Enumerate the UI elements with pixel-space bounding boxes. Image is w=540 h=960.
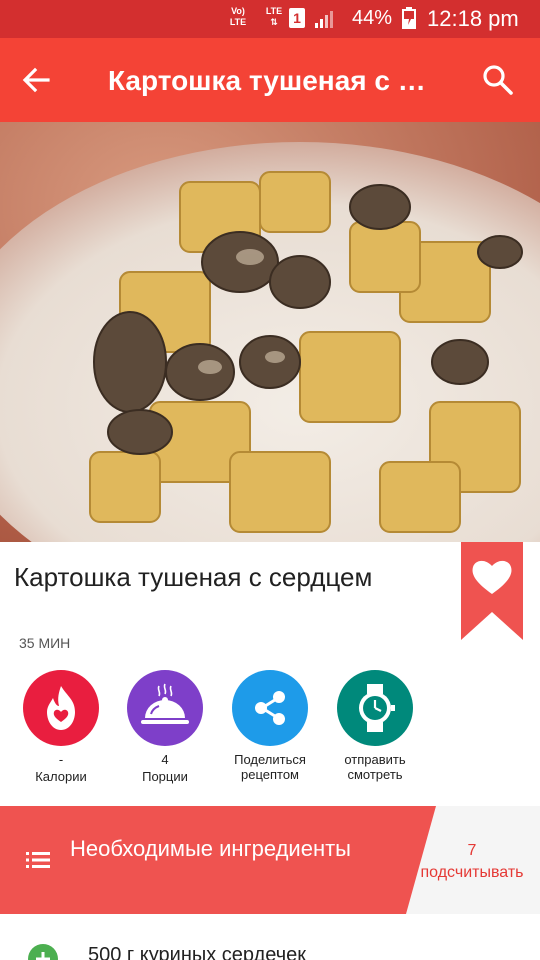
- calories-label: Калории: [35, 769, 87, 784]
- recipe-photo: [0, 122, 540, 542]
- watch-icon[interactable]: [337, 670, 413, 746]
- servings-value: 4: [161, 752, 169, 767]
- calories-action[interactable]: - Калории: [6, 670, 116, 786]
- share-recipe-action[interactable]: Поделиться рецептом: [215, 670, 325, 784]
- volte-indicator: Vo) LTE: [229, 6, 247, 27]
- status-bar: Vo) LTE LTE ⇅ 1 44% 12:18 pm: [0, 0, 540, 38]
- share-icon[interactable]: [232, 670, 308, 746]
- ingredients-count-button[interactable]: 7 подсчитывать: [408, 840, 536, 884]
- servings-action[interactable]: 4 Порции: [110, 670, 220, 786]
- app-bar: Картошка тушеная с сердцем: [0, 38, 540, 122]
- flame-heart-icon[interactable]: [23, 670, 99, 746]
- calories-value: -: [58, 752, 64, 767]
- battery-percentage: 44%: [352, 7, 393, 29]
- recipe-cook-time: 35 МИН: [19, 635, 71, 651]
- recipe-title: Картошка тушеная с сердцем: [14, 562, 373, 592]
- clock: 12:18 pm: [427, 6, 519, 31]
- ingredient-text: 500 г куриных сердечек: [88, 944, 307, 960]
- servings-label: Порции: [142, 769, 188, 784]
- signal-icon: [315, 11, 333, 28]
- ingredient-item[interactable]: 500 г куриных сердечек: [0, 940, 540, 960]
- search-icon[interactable]: [480, 62, 516, 98]
- share-recipe-label-2: рецептом: [240, 767, 299, 782]
- list-icon: [26, 852, 50, 868]
- lte-indicator: LTE ⇅: [265, 6, 283, 27]
- app-bar-title: Картошка тушеная с сердцем: [108, 65, 438, 96]
- ingredients-title: Необходимые ингредиенты: [70, 836, 351, 861]
- send-to-watch-label-2: смотреть: [347, 767, 403, 782]
- sim-indicator: 1: [289, 8, 305, 28]
- send-to-watch-action[interactable]: отправить смотреть: [320, 670, 430, 784]
- favorite-bookmark-button[interactable]: [461, 542, 523, 640]
- ingredients-count: 7: [467, 842, 477, 859]
- arrow-back-icon[interactable]: [18, 62, 54, 98]
- ingredients-count-label: подсчитывать: [420, 864, 524, 881]
- plus-icon[interactable]: [28, 944, 58, 960]
- serving-dish-icon[interactable]: [127, 670, 203, 746]
- ingredients-header: Необходимые ингредиенты 7 подсчитывать: [0, 806, 540, 914]
- battery-icon: [402, 7, 416, 29]
